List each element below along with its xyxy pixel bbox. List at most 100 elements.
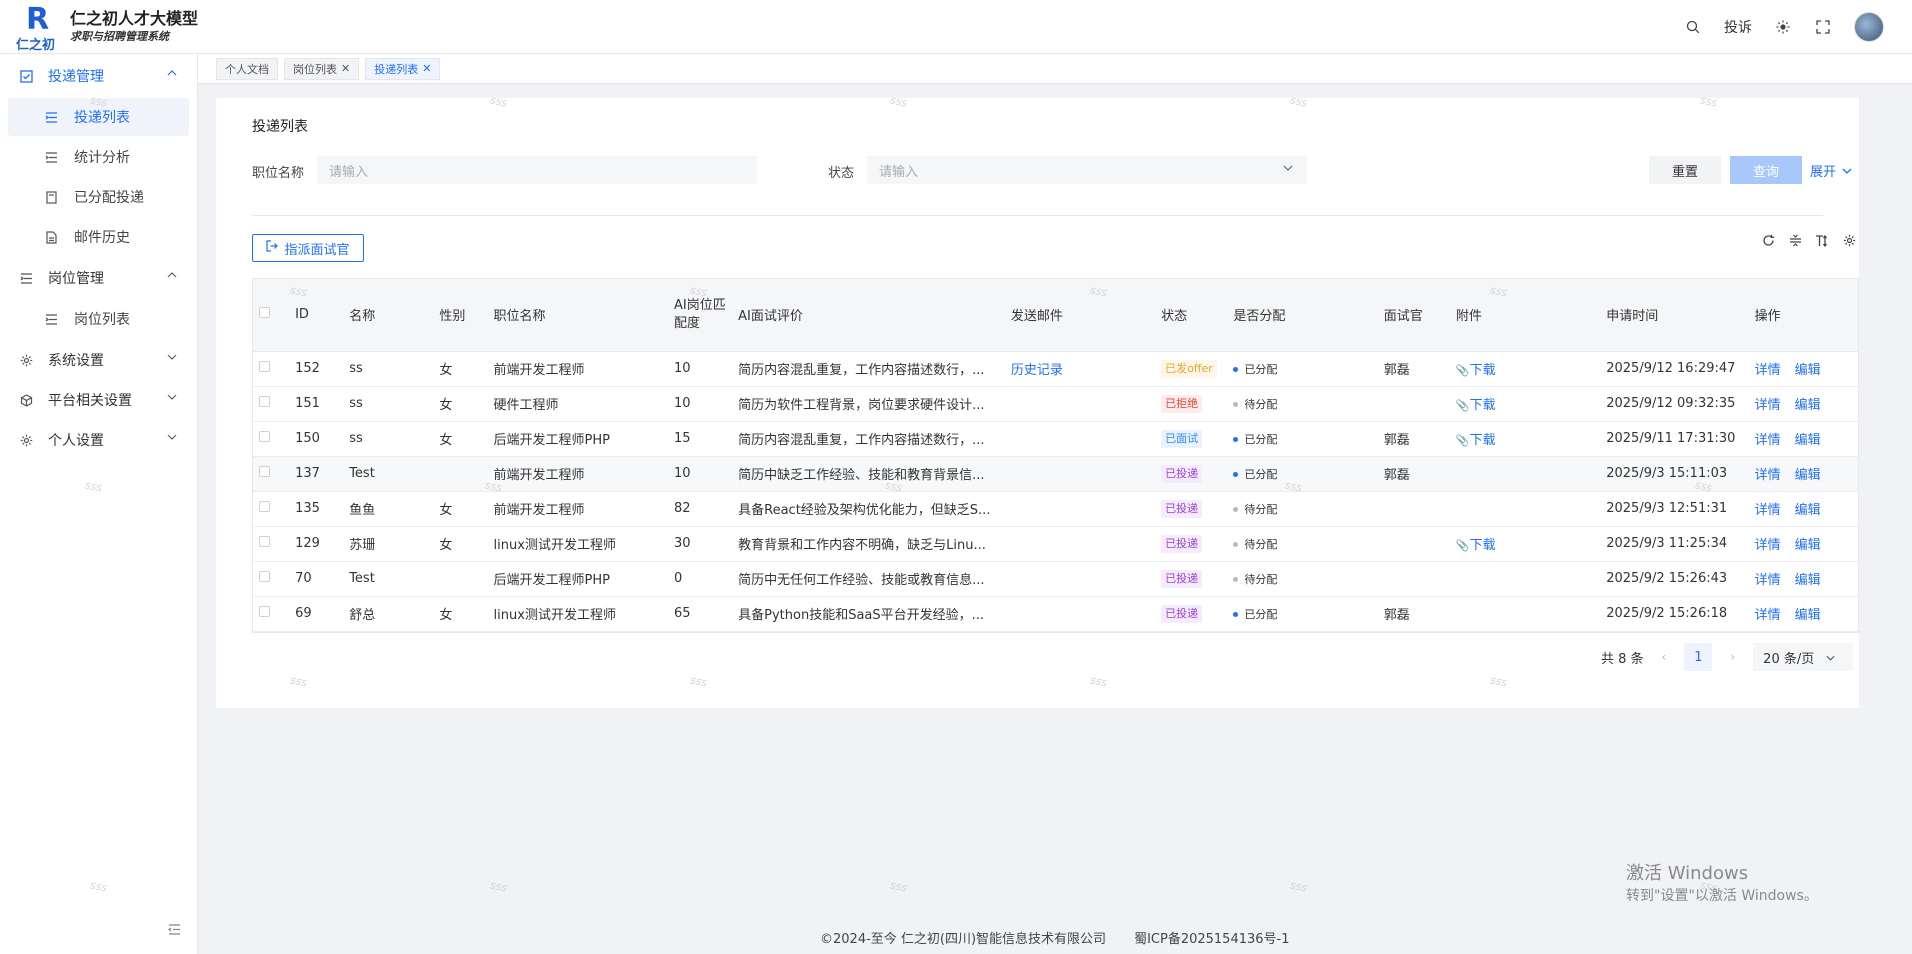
detail-button[interactable]: 详情 bbox=[1755, 363, 1781, 378]
table-row[interactable]: 69 舒总女 linux测试开发工程师 65 具备Python技能和SaaS平台开发经验… bbox=[253, 596, 1858, 632]
detail-button[interactable]: 详情 bbox=[1755, 433, 1781, 448]
status-dot bbox=[1233, 366, 1239, 372]
refresh-icon[interactable] bbox=[1760, 232, 1776, 248]
edit-button[interactable]: 编辑 bbox=[1795, 468, 1821, 483]
sidebar-item-statistics[interactable]: 统计分析 bbox=[8, 138, 189, 176]
chevron-down-icon bbox=[1842, 163, 1852, 178]
cell-attachment[interactable]: 📎下载 bbox=[1449, 386, 1601, 422]
detail-button[interactable]: 详情 bbox=[1755, 468, 1781, 483]
paperclip-icon: 📎 bbox=[1455, 539, 1470, 552]
edit-button[interactable]: 编辑 bbox=[1795, 608, 1821, 623]
detail-button[interactable]: 详情 bbox=[1755, 538, 1781, 553]
reset-button[interactable]: 重置 bbox=[1649, 156, 1721, 184]
table-row[interactable]: 129 苏珊女 linux测试开发工程师 30 教育背景和工作内容不明确，缺乏与Linu… bbox=[253, 526, 1858, 562]
icp-link[interactable]: 蜀ICP备2025154136号-1 bbox=[1134, 928, 1289, 947]
detail-button[interactable]: 详情 bbox=[1755, 503, 1781, 518]
cell-assigned: 已分配 bbox=[1227, 351, 1378, 387]
row-checkbox[interactable] bbox=[253, 491, 290, 527]
sun-icon[interactable] bbox=[1774, 18, 1792, 36]
settings-icon[interactable] bbox=[1841, 232, 1857, 248]
cell-actions: 详情 编辑 bbox=[1748, 421, 1858, 457]
density-icon[interactable] bbox=[1787, 232, 1803, 248]
page-size-select[interactable]: 20 条/页 bbox=[1753, 643, 1854, 671]
download-link[interactable]: 📎下载 bbox=[1456, 538, 1496, 553]
download-link[interactable]: 📎下载 bbox=[1456, 363, 1496, 378]
download-link[interactable]: 📎下载 bbox=[1456, 398, 1496, 413]
detail-button[interactable]: 详情 bbox=[1755, 608, 1781, 623]
row-checkbox[interactable] bbox=[253, 596, 290, 632]
close-icon[interactable]: ✕ bbox=[341, 62, 350, 75]
cell-email bbox=[1004, 526, 1156, 562]
cell-attachment[interactable]: 📎下载 bbox=[1449, 421, 1601, 457]
tab-position-list[interactable]: 岗位列表 ✕ bbox=[284, 57, 360, 80]
current-page-button[interactable]: 1 bbox=[1684, 643, 1713, 671]
table-row[interactable]: 152 ss 女前端开发工程师 10 简历内容混乱重复，工作内容描述数行，... 历史记录… bbox=[253, 351, 1858, 387]
table-row[interactable]: 70 Test 后端开发工程师PHP 0 简历中无任何工作经验、技能或教育信息... 已投… bbox=[253, 561, 1858, 597]
cell-actions: 详情 编辑 bbox=[1748, 596, 1858, 632]
search-icon[interactable] bbox=[1684, 18, 1702, 36]
row-checkbox[interactable] bbox=[253, 456, 290, 492]
edit-button[interactable]: 编辑 bbox=[1795, 398, 1821, 413]
sidebar-group-delivery[interactable]: 投递管理 bbox=[0, 56, 197, 96]
sidebar-group-positions[interactable]: 岗位管理 bbox=[0, 258, 197, 298]
edit-button[interactable]: 编辑 bbox=[1795, 503, 1821, 518]
row-checkbox[interactable] bbox=[253, 351, 290, 387]
fullscreen-icon[interactable] bbox=[1814, 18, 1832, 36]
status-dot bbox=[1233, 471, 1239, 477]
expand-filters-button[interactable]: 展开 bbox=[1810, 156, 1852, 184]
cell-attachment[interactable]: 📎下载 bbox=[1449, 526, 1601, 562]
cell-attachment[interactable]: 📎下载 bbox=[1449, 351, 1601, 387]
prev-page-icon[interactable]: ‹ bbox=[1662, 650, 1667, 664]
app-logo[interactable]: R 仁之初 仁之初人才大模型 求职与招聘管理系统 bbox=[0, 0, 198, 54]
edit-button[interactable]: 编辑 bbox=[1795, 433, 1821, 448]
font-size-icon[interactable] bbox=[1814, 232, 1830, 248]
sidebar-item-label: 岗位列表 bbox=[74, 312, 130, 328]
checkbox-icon bbox=[18, 68, 34, 84]
query-button[interactable]: 查询 bbox=[1730, 156, 1802, 184]
sidebar-item-email-history[interactable]: 邮件历史 bbox=[8, 218, 189, 256]
edit-button[interactable]: 编辑 bbox=[1795, 573, 1821, 588]
table-row[interactable]: 135 鱼鱼女前端开发工程师 82 具备React经验及架构优化能力，但缺乏S... 已… bbox=[253, 491, 1858, 527]
sidebar-item-position-list[interactable]: 岗位列表 bbox=[8, 300, 189, 338]
chevron-down-icon bbox=[1283, 163, 1293, 174]
row-checkbox[interactable] bbox=[253, 386, 290, 422]
cell-apply-time: 2025/9/12 16:29:47 bbox=[1600, 351, 1749, 387]
cell-email[interactable]: 历史记录 bbox=[1004, 351, 1156, 387]
row-checkbox[interactable] bbox=[253, 421, 290, 457]
edit-button[interactable]: 编辑 bbox=[1795, 538, 1821, 553]
detail-button[interactable]: 详情 bbox=[1755, 573, 1781, 588]
select-all-checkbox[interactable] bbox=[253, 279, 290, 352]
sidebar-group-system-settings[interactable]: 系统设置 bbox=[0, 340, 197, 380]
cell-id: 135 bbox=[289, 491, 344, 527]
download-label: 下载 bbox=[1469, 398, 1496, 413]
table-row[interactable]: 150 ss 女后端开发工程师PHP 15 简历内容混乱重复，工作内容描述数行，... 已… bbox=[253, 421, 1858, 457]
collapse-sidebar-icon[interactable] bbox=[168, 924, 184, 940]
chevron-up-icon bbox=[167, 68, 177, 79]
detail-button[interactable]: 详情 bbox=[1755, 398, 1781, 413]
status-filter-select[interactable]: 请输入 bbox=[867, 156, 1307, 184]
next-page-icon[interactable]: › bbox=[1730, 650, 1735, 664]
position-filter-input[interactable]: 请输入 bbox=[317, 156, 757, 184]
cell-actions: 详情 编辑 bbox=[1748, 526, 1858, 562]
status-badge: 已面试 bbox=[1161, 429, 1203, 448]
sidebar-group-platform-settings[interactable]: 平台相关设置 bbox=[0, 380, 197, 420]
status-badge: 已投递 bbox=[1161, 604, 1203, 623]
page-footer: ©2024-至今 仁之初(四川)智能信息技术有限公司 蜀ICP备20251541… bbox=[820, 928, 1290, 947]
cell-name: 鱼鱼 bbox=[343, 491, 434, 527]
download-link[interactable]: 📎下载 bbox=[1456, 433, 1496, 448]
cell-name: Test bbox=[343, 456, 434, 492]
tab-personal-doc[interactable]: 个人文档 bbox=[216, 57, 278, 80]
tab-delivery-list[interactable]: 投递列表 ✕ bbox=[365, 57, 441, 80]
edit-button[interactable]: 编辑 bbox=[1795, 363, 1821, 378]
cell-name: 苏珊 bbox=[343, 526, 434, 562]
assign-interviewer-button[interactable]: 指派面试官 bbox=[252, 234, 364, 262]
row-checkbox[interactable] bbox=[253, 526, 290, 562]
complaint-button[interactable]: 投诉 bbox=[1724, 17, 1752, 37]
sidebar-item-assigned[interactable]: 已分配投递 bbox=[8, 178, 189, 216]
sidebar-group-personal-settings[interactable]: 个人设置 bbox=[0, 420, 197, 460]
close-icon[interactable]: ✕ bbox=[422, 62, 431, 75]
email-history-link[interactable]: 历史记录 bbox=[1011, 363, 1063, 378]
row-checkbox[interactable] bbox=[253, 561, 290, 597]
avatar[interactable] bbox=[1854, 12, 1884, 42]
table-row[interactable]: 151 ss 女硬件工程师 10 简历为软件工程背景，岗位要求硬件设计... 已拒绝 待分配… bbox=[253, 386, 1858, 422]
